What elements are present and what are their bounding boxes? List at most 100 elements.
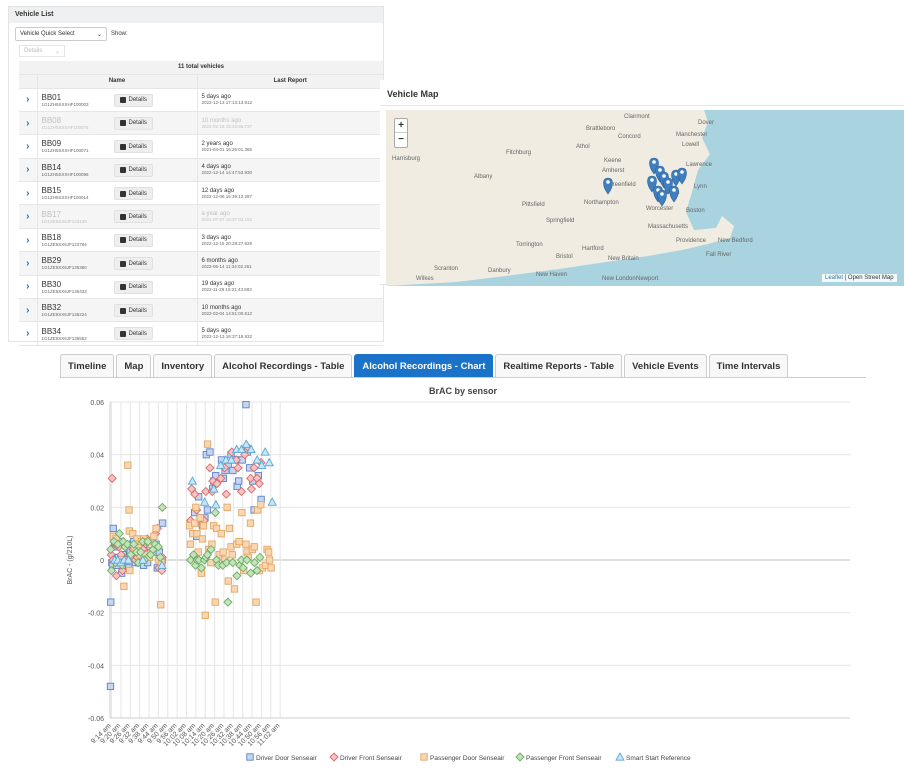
- vehicle-row[interactable]: › BB08 1G1ZH5SXXHF100075 Details 10 months a…: [19, 111, 383, 136]
- data-point[interactable]: [206, 448, 214, 456]
- expand-row-icon[interactable]: ›: [19, 158, 37, 183]
- data-point[interactable]: [252, 598, 260, 606]
- vehicle-name-cell: BB18 1G1ZE5SX5JF123784 Details: [36, 228, 197, 253]
- expand-row-icon[interactable]: ›: [19, 181, 37, 206]
- vehicle-quick-select[interactable]: Vehicle Quick Select ⌄: [15, 27, 107, 41]
- data-point[interactable]: [265, 556, 274, 564]
- legend-label[interactable]: Passenger Door Senseair: [430, 755, 505, 762]
- expand-row-icon[interactable]: ›: [19, 134, 37, 159]
- data-point[interactable]: [219, 548, 227, 556]
- tab-time-intervals[interactable]: Time Intervals: [708, 354, 789, 377]
- data-point[interactable]: [224, 577, 232, 585]
- map-place-label: Manchester: [676, 132, 707, 138]
- expand-row-icon[interactable]: ›: [19, 88, 37, 112]
- details-button-label: Details: [128, 120, 147, 127]
- expand-row-icon[interactable]: ›: [19, 275, 37, 300]
- tab-map[interactable]: Map: [116, 354, 152, 377]
- data-point[interactable]: [257, 501, 265, 509]
- data-point[interactable]: [264, 548, 273, 556]
- tab-inventory[interactable]: Inventory: [153, 354, 213, 377]
- vehicle-details-button[interactable]: Details: [113, 210, 153, 224]
- data-point[interactable]: [199, 522, 208, 530]
- tab-alcohol-recordings-chart[interactable]: Alcohol Recordings - Chart: [354, 354, 494, 377]
- map-canvas[interactable]: Fitchburg Concord Clairmont Lowell Lawrence K…: [386, 110, 904, 286]
- data-point[interactable]: [158, 519, 167, 527]
- zoom-in-button[interactable]: +: [395, 119, 407, 133]
- data-point[interactable]: [125, 506, 133, 514]
- data-point[interactable]: [242, 400, 250, 409]
- data-point[interactable]: [211, 598, 219, 606]
- data-point[interactable]: [225, 524, 234, 533]
- data-point[interactable]: [230, 585, 239, 593]
- legend-label[interactable]: Driver Door Senseair: [256, 755, 318, 762]
- legend-label[interactable]: Passenger Front Senseair: [526, 755, 602, 762]
- data-point[interactable]: [235, 537, 243, 546]
- expand-row-icon[interactable]: ›: [19, 204, 37, 229]
- data-point[interactable]: [246, 519, 255, 527]
- vehicle-row[interactable]: › BB32 1G1ZE5SX6JF136224 Details 10 months a…: [19, 298, 383, 323]
- vehicle-row[interactable]: › BB14 1G1ZH5SXXHF100096 Details 4 days ago 2…: [19, 158, 383, 183]
- data-point[interactable]: [124, 461, 132, 469]
- data-point[interactable]: [196, 514, 204, 522]
- details-icon: [119, 190, 126, 197]
- data-point[interactable]: [106, 682, 115, 691]
- last-report-col-header[interactable]: Last Report: [196, 74, 383, 89]
- vehicle-details-button[interactable]: Details: [113, 233, 153, 247]
- expand-row-icon[interactable]: ›: [19, 111, 37, 136]
- data-point[interactable]: [238, 508, 246, 517]
- data-point[interactable]: [186, 540, 195, 548]
- vehicle-details-button[interactable]: Details: [113, 163, 153, 177]
- data-point[interactable]: [201, 611, 209, 619]
- legend-marker[interactable]: [420, 753, 428, 761]
- data-point[interactable]: [267, 564, 275, 572]
- data-point[interactable]: [203, 440, 212, 448]
- legend-marker[interactable]: [246, 753, 254, 761]
- expand-row-icon[interactable]: ›: [19, 321, 37, 346]
- data-point[interactable]: [120, 582, 128, 590]
- vehicle-details-button[interactable]: Details: [113, 257, 153, 271]
- data-point[interactable]: [223, 503, 231, 511]
- vehicle-row[interactable]: › BB15 1G1ZH5SXXHF100014 Details 12 days ago…: [19, 181, 383, 206]
- data-point[interactable]: [203, 506, 212, 514]
- data-point[interactable]: [126, 566, 134, 575]
- tab-alcohol-recordings-table[interactable]: Alcohol Recordings - Table: [214, 354, 353, 377]
- zoom-out-button[interactable]: −: [395, 133, 407, 147]
- expand-row-icon[interactable]: ›: [19, 228, 37, 253]
- data-point[interactable]: [150, 532, 158, 540]
- vehicle-details-button[interactable]: Details: [113, 116, 153, 130]
- details-button-label: Details: [128, 213, 147, 220]
- leaflet-link[interactable]: Leaflet: [825, 275, 843, 281]
- data-point[interactable]: [234, 477, 243, 485]
- data-point[interactable]: [242, 540, 250, 548]
- data-point[interactable]: [152, 524, 160, 533]
- tab-realtime-reports-table[interactable]: Realtime Reports - Table: [495, 354, 623, 377]
- data-point[interactable]: [250, 543, 258, 551]
- vehicle-row[interactable]: › BB17 1G1ZE5SX6JF123139 Details a year ago 2…: [19, 204, 383, 229]
- data-point[interactable]: [107, 598, 115, 606]
- legend-label[interactable]: Driver Front Senseair: [340, 755, 403, 762]
- vehicle-details-button[interactable]: Details: [113, 93, 153, 107]
- data-point[interactable]: [228, 551, 236, 559]
- data-point[interactable]: [192, 503, 200, 511]
- vehicle-row[interactable]: › BB30 1G1ZE5SX6JF135433 Details 19 days ago…: [19, 275, 383, 300]
- vehicle-row[interactable]: › BB29 1G1ZE5SX6JF135380 Details 6 months ag…: [19, 251, 383, 276]
- legend-label[interactable]: Smart Start Reference: [626, 755, 691, 762]
- name-col-header[interactable]: Name: [36, 74, 197, 89]
- data-point[interactable]: [198, 535, 207, 543]
- vehicle-details-button[interactable]: Details: [113, 280, 153, 294]
- vehicle-row[interactable]: › BB18 1G1ZE5SX5JF123784 Details 3 days ago 2…: [19, 228, 383, 253]
- vehicle-details-button[interactable]: Details: [113, 304, 153, 318]
- data-point[interactable]: [217, 530, 225, 538]
- tab-timeline[interactable]: Timeline: [60, 354, 115, 377]
- data-point[interactable]: [109, 524, 117, 533]
- vehicle-details-button[interactable]: Details: [113, 140, 153, 154]
- vehicle-details-button[interactable]: Details: [113, 327, 153, 341]
- expand-row-icon[interactable]: ›: [19, 251, 37, 276]
- vehicle-row[interactable]: › BB34 1G1ZE5SX6JF136552 Details 5 days ago 2…: [19, 321, 383, 346]
- vehicle-row[interactable]: › BB09 1G1ZH5SXXHF100071 Details 2 years ago…: [19, 134, 383, 159]
- vehicle-row[interactable]: › BB01 1G1ZH5SXXHF100003 Details 5 days ago 2…: [19, 88, 383, 112]
- tab-vehicle-events[interactable]: Vehicle Events: [624, 354, 707, 377]
- expand-row-icon[interactable]: ›: [19, 298, 37, 323]
- data-point[interactable]: [157, 601, 165, 609]
- vehicle-details-button[interactable]: Details: [113, 187, 153, 201]
